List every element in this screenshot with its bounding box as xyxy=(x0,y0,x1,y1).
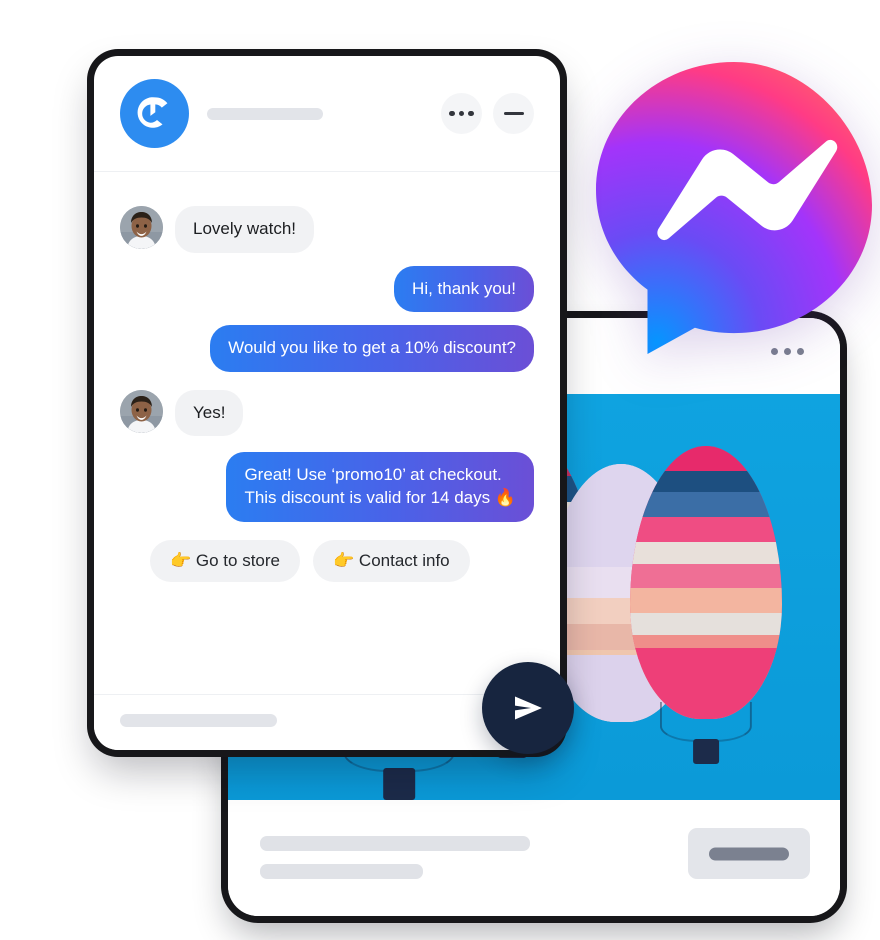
phone-placeholder-line xyxy=(260,836,530,851)
chat-widget-window: Lovely watch! Hi, thank you! Would you l… xyxy=(94,56,560,750)
pointing-hand-icon: 👉 xyxy=(170,550,192,570)
messenger-bolt-icon xyxy=(596,62,872,354)
send-paper-plane-icon xyxy=(515,696,542,720)
phone-placeholder-line xyxy=(260,864,423,879)
message-row: Lovely watch! xyxy=(120,206,534,253)
message-bubble-outgoing: Would you like to get a 10% discount? xyxy=(210,325,534,372)
message-bubble-outgoing: Hi, thank you! xyxy=(394,265,534,313)
message-line: Great! Use ‘promo10’ at checkout. xyxy=(244,465,502,485)
message-input-placeholder[interactable] xyxy=(120,714,277,727)
phone-action-button[interactable] xyxy=(688,828,810,879)
chat-header xyxy=(94,56,560,172)
header-actions xyxy=(441,93,534,134)
dot xyxy=(458,110,465,117)
minimize-icon xyxy=(503,111,524,116)
pointing-hand-icon: 👉 xyxy=(333,550,355,570)
balloon-cords xyxy=(659,701,753,742)
message-line: This discount is valid for 14 days 🔥 xyxy=(244,488,516,508)
more-options-button[interactable] xyxy=(441,93,482,134)
message-bubble-incoming: Yes! xyxy=(175,389,244,437)
dot xyxy=(449,110,455,117)
dot xyxy=(468,110,474,117)
quick-reply-contact-info[interactable]: 👉 Contact info xyxy=(313,539,470,582)
minimize-button[interactable] xyxy=(493,93,534,134)
message-bubble-outgoing: Great! Use ‘promo10’ at checkout. This d… xyxy=(226,452,534,522)
message-row: Great! Use ‘promo10’ at checkout. This d… xyxy=(120,452,534,522)
avatar xyxy=(120,389,163,433)
phone-footer xyxy=(228,800,840,916)
message-list: Lovely watch! Hi, thank you! Would you l… xyxy=(94,172,560,695)
avatar xyxy=(120,206,163,249)
send-button[interactable] xyxy=(482,662,574,754)
more-dots-icon xyxy=(449,110,474,117)
message-row: Yes! xyxy=(120,389,534,437)
message-row: Hi, thank you! xyxy=(120,265,534,313)
illustration-stage: Lovely watch! Hi, thank you! Would you l… xyxy=(0,0,880,940)
quick-reply-row: 👉 Go to store 👉 Contact info xyxy=(120,539,534,582)
button-placeholder-label xyxy=(709,847,789,860)
quick-reply-go-to-store[interactable]: 👉 Go to store xyxy=(150,539,301,582)
balloon-basket xyxy=(383,768,415,800)
conversation-title-placeholder xyxy=(207,107,323,120)
balloon-basket xyxy=(693,738,719,764)
quick-reply-label: Contact info xyxy=(358,550,450,570)
brand-c-logo-icon xyxy=(120,79,189,148)
balloon xyxy=(630,446,782,764)
message-row: Would you like to get a 10% discount? xyxy=(120,325,534,372)
quick-reply-label: Go to store xyxy=(195,550,281,570)
message-bubble-incoming: Lovely watch! xyxy=(175,206,314,253)
